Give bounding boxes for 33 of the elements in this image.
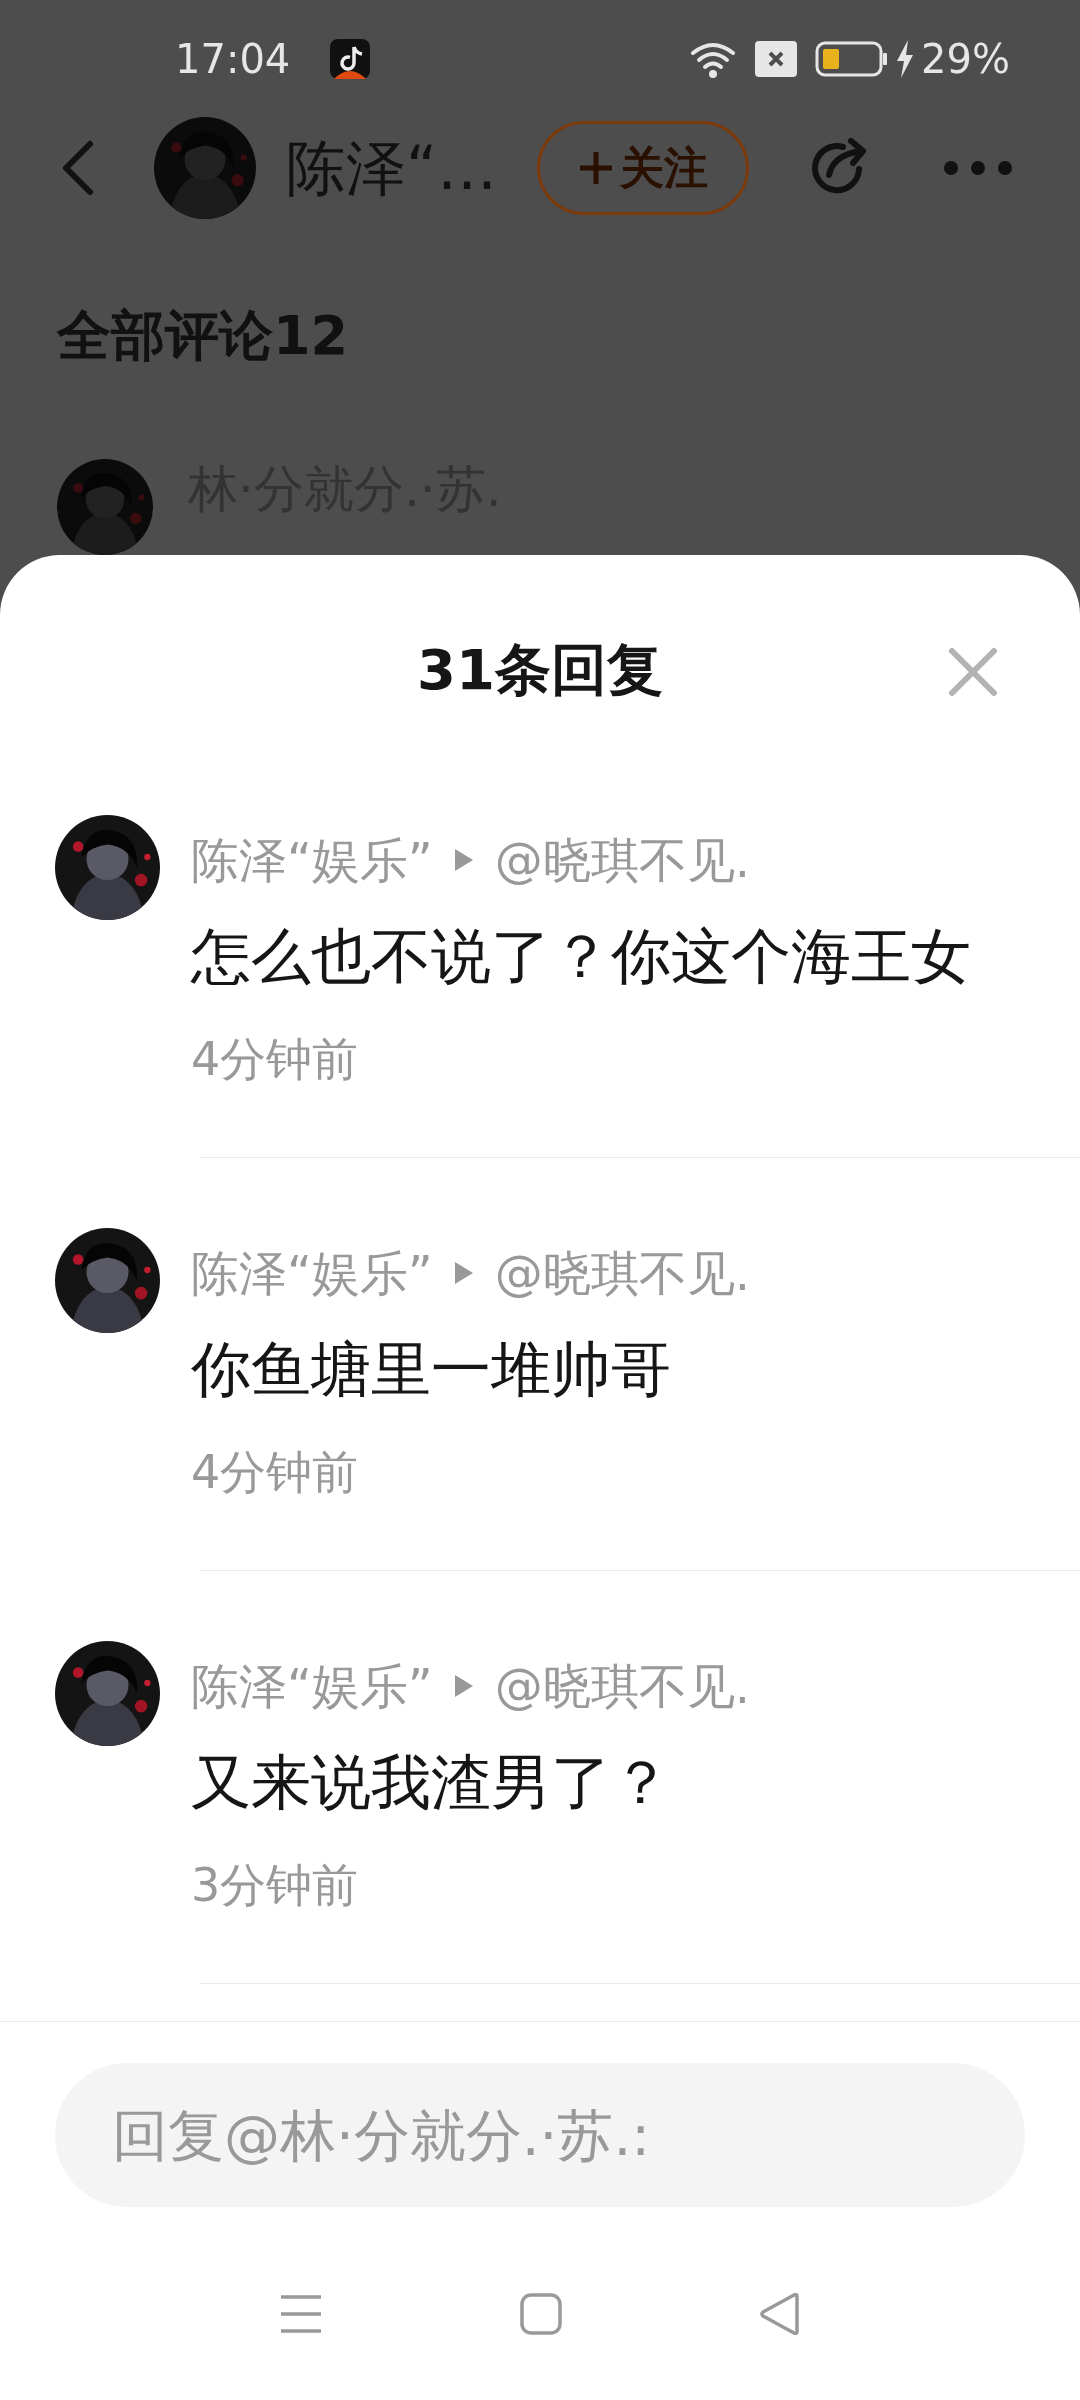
menu-icon[interactable] — [278, 2293, 323, 2334]
reply-target: @晓琪不见. — [494, 831, 750, 890]
reply-input[interactable]: 回复@林·分就分.·苏.: — [55, 2063, 1025, 2207]
reply-text: 你鱼塘里一堆帅哥 — [191, 1333, 672, 1406]
follow-button[interactable]: 关注 — [537, 121, 750, 216]
home-icon[interactable] — [520, 2292, 562, 2335]
reply-text: 怎么也不说了？你这个海王女 — [191, 920, 971, 993]
back-icon[interactable] — [60, 140, 96, 197]
reply-time: 4分钟前 — [191, 1031, 360, 1088]
back-nav-icon[interactable] — [759, 2292, 802, 2335]
app-notification-icon — [330, 39, 371, 80]
reply-author: 陈泽“娱乐” — [191, 1244, 433, 1303]
sheet-title: 31条回复 — [417, 636, 663, 704]
charging-icon — [895, 40, 916, 79]
status-time: 17:04 — [175, 35, 291, 85]
plus-icon — [578, 150, 615, 187]
reply-author: 陈泽“娱乐” — [191, 1657, 433, 1716]
author-name: 陈泽“… — [286, 132, 498, 206]
reply-time: 3分钟前 — [191, 1857, 360, 1914]
reply-arrow-icon — [452, 1673, 475, 1699]
reply-arrow-icon — [452, 1260, 475, 1286]
close-icon[interactable] — [948, 647, 998, 697]
reply-arrow-icon — [452, 847, 475, 873]
reply-target: @晓琪不见. — [494, 1657, 750, 1716]
reply-author: 陈泽“娱乐” — [191, 831, 433, 890]
battery-level: 29% — [921, 35, 1010, 85]
more-icon[interactable] — [943, 160, 1014, 177]
reply-text: 又来说我渣男了？ — [191, 1746, 672, 1819]
reply-target: @晓琪不见. — [494, 1244, 750, 1303]
battery-icon — [815, 41, 890, 78]
reply-time: 4分钟前 — [191, 1444, 360, 1501]
comments-heading: 全部评论12 — [57, 302, 349, 369]
no-sim-icon — [755, 41, 798, 78]
